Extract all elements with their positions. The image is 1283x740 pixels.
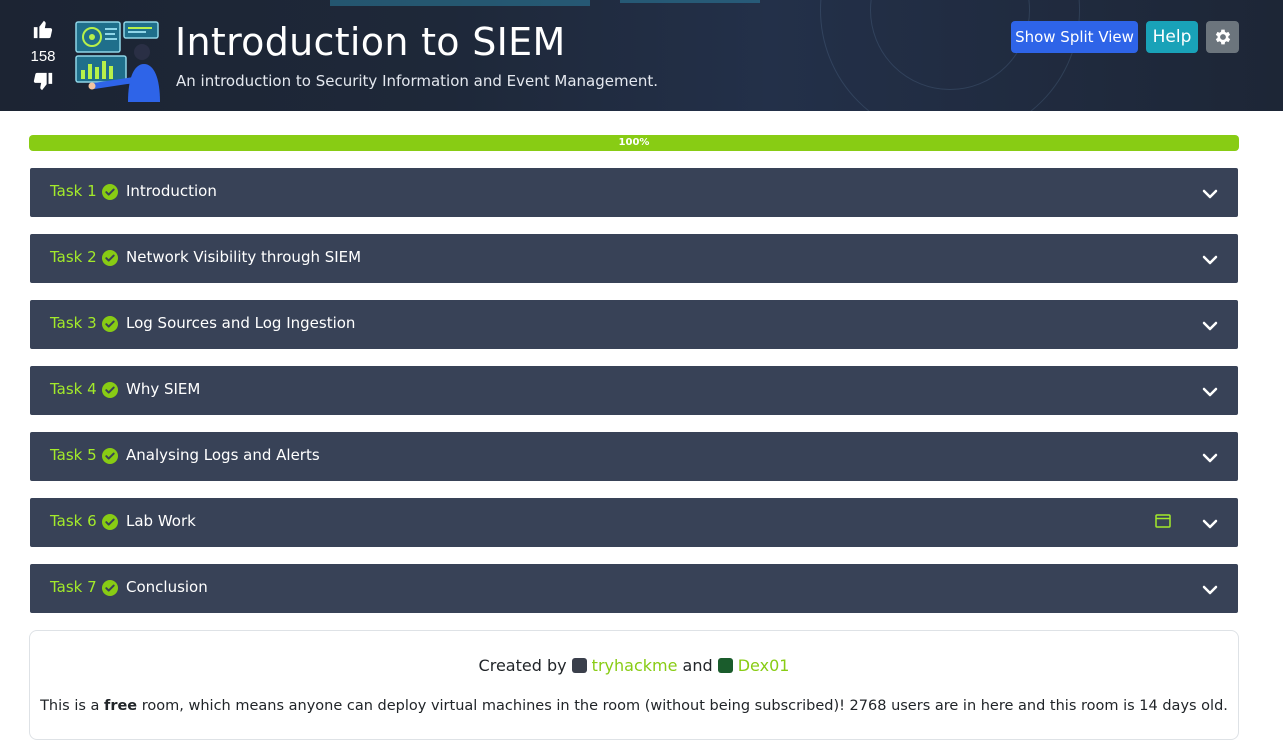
chevron-down-icon[interactable]: [1202, 515, 1218, 534]
task-number: Task 6: [50, 512, 97, 530]
gear-icon: [1213, 29, 1233, 51]
task-title: Conclusion: [126, 578, 208, 596]
task-number: Task 2: [50, 248, 97, 266]
check-circle-icon: [102, 316, 118, 336]
header-decoration: [620, 0, 760, 3]
progress-fill: 100%: [29, 135, 1239, 151]
browser-window-icon[interactable]: [1155, 513, 1171, 532]
created-by-line: Created by tryhackme and Dex01: [30, 656, 1238, 675]
task-number: Task 4: [50, 380, 97, 398]
created-by-label: Created by: [478, 656, 567, 675]
room-info-card: Created by tryhackme and Dex01 This is a…: [29, 630, 1239, 740]
and-label: and: [682, 656, 713, 675]
avatar: [717, 658, 733, 673]
check-circle-icon: [102, 250, 118, 270]
upvote-count: 158: [30, 48, 56, 65]
task-number: Task 1: [50, 182, 97, 200]
chevron-down-icon[interactable]: [1202, 185, 1218, 204]
task-title: Why SIEM: [126, 380, 201, 398]
room-subtitle: An introduction to Security Information …: [176, 72, 658, 90]
task-title: Log Sources and Log Ingestion: [126, 314, 356, 332]
task-row[interactable]: Task 5 Analysing Logs and Alerts: [30, 432, 1238, 481]
task-row[interactable]: Task 6 Lab Work: [30, 498, 1238, 547]
chevron-down-icon[interactable]: [1202, 251, 1218, 270]
task-title: Lab Work: [126, 512, 196, 530]
thumbs-down-icon[interactable]: [28, 71, 58, 93]
task-title: Network Visibility through SIEM: [126, 248, 362, 266]
check-circle-icon: [102, 382, 118, 402]
task-number: Task 7: [50, 578, 97, 596]
avatar: [571, 658, 587, 673]
creator-link-dex01[interactable]: Dex01: [738, 656, 790, 675]
chevron-down-icon[interactable]: [1202, 581, 1218, 600]
task-row[interactable]: Task 1 Introduction: [30, 168, 1238, 217]
header-decoration: [330, 0, 590, 6]
chevron-down-icon[interactable]: [1202, 383, 1218, 402]
task-row[interactable]: Task 2 Network Visibility through SIEM: [30, 234, 1238, 283]
chevron-down-icon[interactable]: [1202, 317, 1218, 336]
room-description: This is a free room, which means anyone …: [30, 698, 1238, 714]
task-title: Introduction: [126, 182, 217, 200]
task-row[interactable]: Task 4 Why SIEM: [30, 366, 1238, 415]
free-label: free: [104, 698, 138, 714]
thumbs-up-icon[interactable]: [28, 18, 58, 40]
room-icon: [75, 21, 160, 102]
help-button[interactable]: Help: [1146, 21, 1198, 53]
check-circle-icon: [102, 514, 118, 534]
task-title: Analysing Logs and Alerts: [126, 446, 320, 464]
settings-button[interactable]: [1206, 21, 1239, 53]
check-circle-icon: [102, 184, 118, 204]
vote-widget: 158: [28, 18, 58, 93]
task-number: Task 5: [50, 446, 97, 464]
description-prefix: This is a: [40, 698, 100, 714]
room-title: Introduction to SIEM: [175, 20, 566, 64]
show-split-view-button[interactable]: Show Split View: [1011, 21, 1138, 53]
task-row[interactable]: Task 3 Log Sources and Log Ingestion: [30, 300, 1238, 349]
description-suffix: room, which means anyone can deploy virt…: [141, 698, 1228, 714]
room-progress-bar: 100%: [29, 135, 1239, 151]
task-number: Task 3: [50, 314, 97, 332]
creator-link-tryhackme[interactable]: tryhackme: [592, 656, 678, 675]
room-header: 158 Introduction to SIEM An introduction…: [0, 0, 1283, 111]
task-row[interactable]: Task 7 Conclusion: [30, 564, 1238, 613]
check-circle-icon: [102, 448, 118, 468]
chevron-down-icon[interactable]: [1202, 449, 1218, 468]
check-circle-icon: [102, 580, 118, 600]
